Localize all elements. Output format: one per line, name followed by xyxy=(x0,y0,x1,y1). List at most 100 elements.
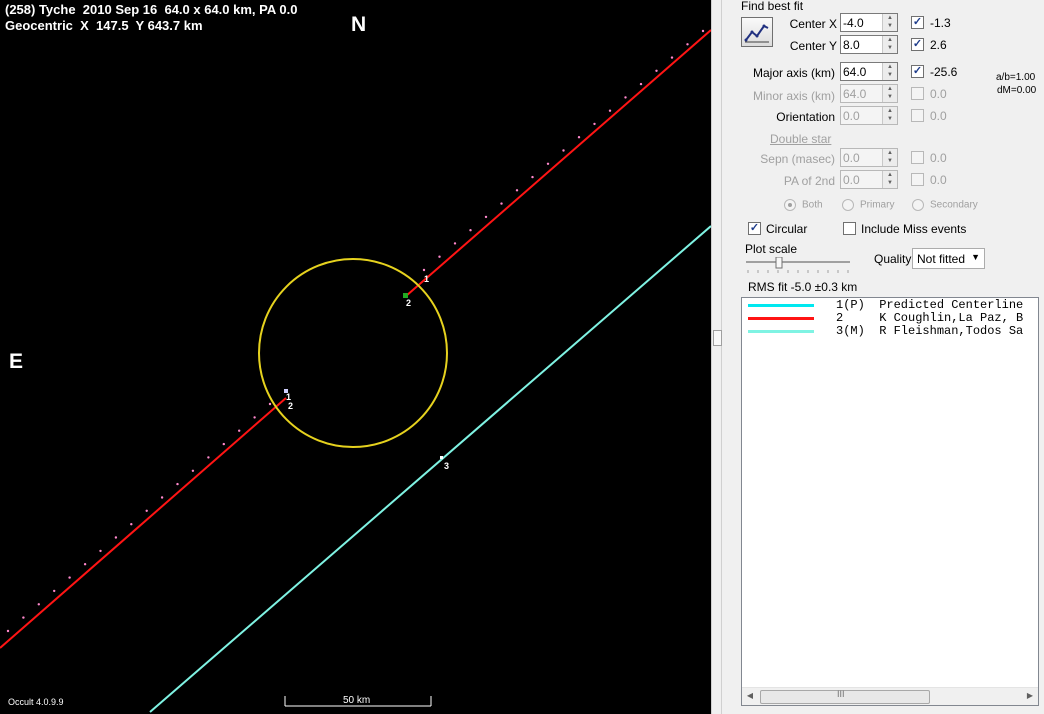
orientation-result: 0.0 xyxy=(930,109,947,123)
sepn-checkbox[interactable] xyxy=(911,151,924,164)
up-arrow-icon[interactable]: ▲ xyxy=(883,36,897,44)
up-arrow-icon[interactable]: ▲ xyxy=(883,149,897,157)
pa-2nd-checkbox[interactable] xyxy=(911,173,924,186)
pa-2nd-result: 0.0 xyxy=(930,173,947,187)
uncertainty-dot xyxy=(608,109,612,112)
chord-k-coughlin-lower xyxy=(0,397,287,649)
scrollbar-thumb[interactable]: III xyxy=(760,689,930,704)
splitter-grip[interactable] xyxy=(713,330,722,346)
rms-fit: RMS fit -5.0 ±0.3 km xyxy=(748,280,858,294)
uncertainty-dot xyxy=(670,56,674,59)
radio-icon[interactable] xyxy=(842,199,854,211)
best-fit-chart-icon xyxy=(744,24,769,43)
minor-axis-checkbox[interactable] xyxy=(911,87,924,100)
down-arrow-icon[interactable]: ▼ xyxy=(883,44,897,52)
uncertainty-dot xyxy=(515,189,519,192)
major-axis-spinner[interactable]: ▲ ▼ xyxy=(882,63,897,80)
uncertainty-dot xyxy=(639,82,643,86)
panel-splitter[interactable] xyxy=(711,0,722,714)
up-arrow-icon[interactable]: ▲ xyxy=(883,63,897,71)
minor-axis-spinner[interactable]: ▲ ▼ xyxy=(882,85,897,102)
down-arrow-icon[interactable]: ▼ xyxy=(883,179,897,187)
version-label: Occult 4.0.9.9 xyxy=(8,697,64,707)
orientation-input[interactable]: 0.0 ▲ ▼ xyxy=(840,106,898,125)
legend-swatch xyxy=(748,330,814,333)
center-y-input[interactable]: 8.0 ▲ ▼ xyxy=(840,35,898,54)
uncertainty-dot xyxy=(99,549,102,553)
radio-both[interactable]: Both xyxy=(784,199,823,211)
minor-axis-input[interactable]: 64.0 ▲ ▼ xyxy=(840,84,898,103)
center-x-input[interactable]: -4.0 ▲ ▼ xyxy=(840,13,898,32)
uncertainty-dot xyxy=(453,242,457,245)
find-best-fit-heading: Find best fit xyxy=(741,0,804,13)
uncertainty-dot xyxy=(577,136,581,139)
profile-plot[interactable]: (258) Tyche 2010 Sep 16 64.0 x 64.0 km, … xyxy=(0,0,711,714)
chord-label-1-upper: 1 xyxy=(424,274,430,284)
up-arrow-icon[interactable]: ▲ xyxy=(883,85,897,93)
observers-legend[interactable]: 1(P) Predicted Centerline 2 K Coughlin,L… xyxy=(741,297,1039,706)
uncertainty-dot xyxy=(422,268,426,272)
down-arrow-icon[interactable]: ▼ xyxy=(883,157,897,165)
uncertainty-dot xyxy=(562,149,565,152)
ab-ratio: a/b=1.00 xyxy=(996,72,1036,83)
chord-k-coughlin-upper xyxy=(405,29,711,297)
up-arrow-icon[interactable]: ▲ xyxy=(883,107,897,115)
chord-label-2-lower: 2 xyxy=(288,401,294,411)
find-best-fit-button[interactable] xyxy=(741,17,773,47)
orientation-label: Orientation xyxy=(776,110,835,124)
circular-checkbox[interactable]: ✓ xyxy=(748,222,761,235)
down-arrow-icon[interactable]: ▼ xyxy=(883,93,897,101)
down-arrow-icon[interactable]: ▼ xyxy=(883,71,897,79)
plot-scale-slider[interactable] xyxy=(744,257,852,273)
uncertainty-dot xyxy=(176,482,179,486)
center-x-spinner[interactable]: ▲ ▼ xyxy=(882,14,897,31)
radio-secondary[interactable]: Secondary xyxy=(912,199,978,211)
uncertainty-dot xyxy=(114,536,118,539)
uncertainty-dot xyxy=(624,96,627,99)
legend-swatch xyxy=(748,317,814,320)
orientation-checkbox[interactable] xyxy=(911,109,924,122)
sepn-spinner[interactable]: ▲ ▼ xyxy=(882,149,897,166)
center-y-spinner[interactable]: ▲ ▼ xyxy=(882,36,897,53)
uncertainty-dot xyxy=(207,456,210,459)
uncertainty-dot xyxy=(469,229,472,232)
uncertainty-dot xyxy=(484,215,488,219)
chord-uncertainty-dots-upper xyxy=(422,29,705,272)
down-arrow-icon[interactable]: ▼ xyxy=(883,22,897,30)
orientation-spinner[interactable]: ▲ ▼ xyxy=(882,107,897,124)
legend-horizontal-scrollbar[interactable]: ◀ III ▶ xyxy=(742,687,1038,705)
scroll-right-icon[interactable]: ▶ xyxy=(1022,688,1038,704)
uncertainty-dot xyxy=(22,616,25,619)
plot-title: (258) Tyche 2010 Sep 16 64.0 x 64.0 km, … xyxy=(5,2,298,17)
major-axis-checkbox[interactable]: ✓ xyxy=(911,65,924,78)
down-arrow-icon[interactable]: ▼ xyxy=(883,115,897,123)
uncertainty-dot xyxy=(531,175,534,179)
up-arrow-icon[interactable]: ▲ xyxy=(883,171,897,179)
center-x-result: -1.3 xyxy=(930,16,951,30)
radio-selected-icon[interactable] xyxy=(784,199,796,211)
chord-label-2-upper: 2 xyxy=(406,298,412,308)
scroll-left-icon[interactable]: ◀ xyxy=(742,688,758,704)
pa-2nd-spinner[interactable]: ▲ ▼ xyxy=(882,171,897,188)
scale-bar-label: 50 km xyxy=(343,695,371,706)
circular-label: Circular xyxy=(766,222,808,236)
east-label: E xyxy=(9,350,24,373)
double-star-link[interactable]: Double star xyxy=(770,132,831,146)
uncertainty-dot xyxy=(37,603,40,606)
include-miss-checkbox[interactable] xyxy=(843,222,856,235)
plot-canvas xyxy=(0,29,711,713)
radio-primary[interactable]: Primary xyxy=(842,199,894,211)
up-arrow-icon[interactable]: ▲ xyxy=(883,14,897,22)
major-axis-input[interactable]: 64.0 ▲ ▼ xyxy=(840,62,898,81)
radio-icon[interactable] xyxy=(912,199,924,211)
uncertainty-dot xyxy=(593,122,596,126)
pa-2nd-input[interactable]: 0.0 ▲ ▼ xyxy=(840,170,898,189)
minor-axis-label: Minor axis (km) xyxy=(752,89,835,103)
uncertainty-dot xyxy=(83,563,87,566)
quality-dropdown[interactable]: Not fitted ▼ xyxy=(912,248,985,269)
uncertainty-dot xyxy=(546,162,550,165)
center-x-checkbox[interactable]: ✓ xyxy=(911,16,924,29)
sepn-input[interactable]: 0.0 ▲ ▼ xyxy=(840,148,898,167)
center-y-checkbox[interactable]: ✓ xyxy=(911,38,924,51)
legend-item[interactable]: 3(M) R Fleishman,Todos Sa xyxy=(742,325,1038,338)
